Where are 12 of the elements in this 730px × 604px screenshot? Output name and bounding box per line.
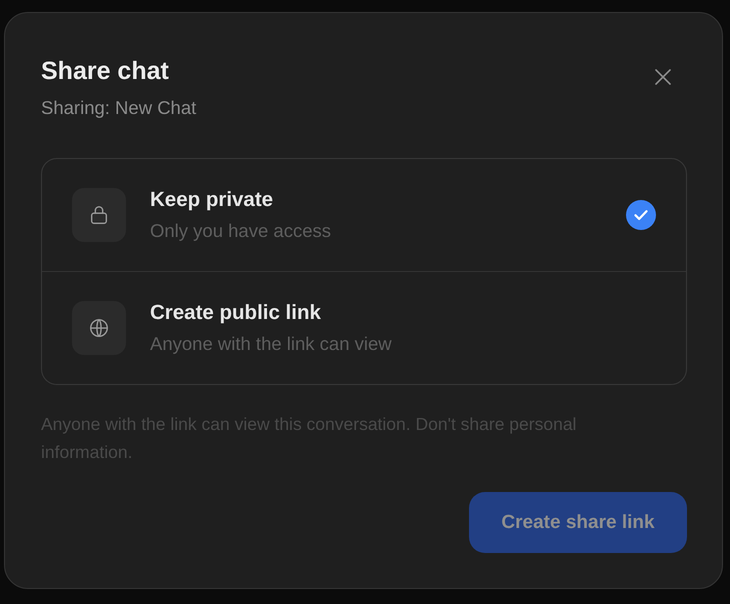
option-title: Keep private — [150, 187, 274, 213]
option-title: Create public link — [150, 300, 321, 326]
share-option[interactable]: Keep private Only you have access — [42, 159, 686, 271]
globe-icon — [72, 301, 126, 355]
dialog-title: Share chat — [41, 56, 170, 87]
dialog-subtitle: Sharing: New Chat — [41, 96, 196, 120]
option-description: Only you have access — [150, 219, 331, 243]
option-description: Anyone with the link can view — [150, 332, 392, 356]
close-icon — [655, 69, 671, 85]
share-option[interactable]: Create public link Anyone with the link can view — [42, 271, 686, 384]
close-button[interactable] — [655, 69, 671, 85]
lock-icon — [72, 188, 126, 242]
